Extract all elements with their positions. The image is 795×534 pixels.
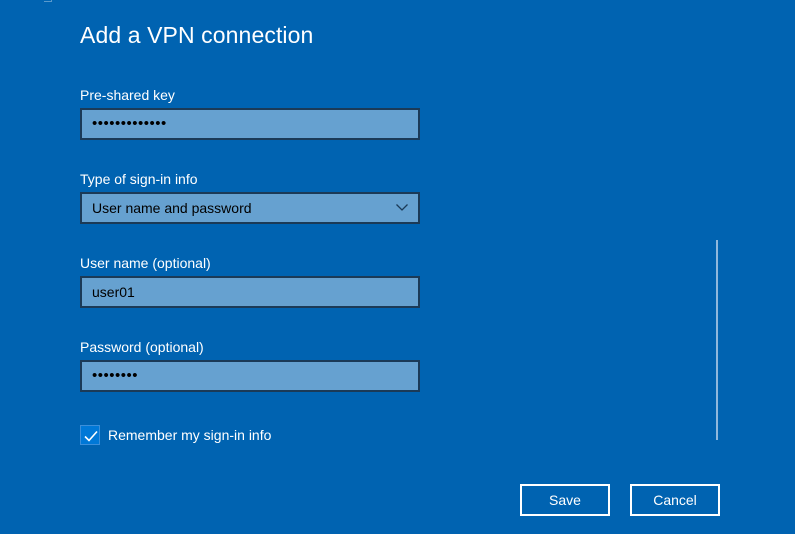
signin-type-selected-value: User name and password [92, 200, 252, 216]
signin-type-dropdown[interactable]: User name and password [80, 192, 420, 224]
preshared-key-input[interactable]: ••••••••••••• [80, 108, 420, 140]
cancel-button[interactable]: Cancel [630, 484, 720, 516]
save-button[interactable]: Save [520, 484, 610, 516]
page-title: Add a VPN connection [80, 22, 314, 48]
username-label: User name (optional) [80, 255, 211, 271]
scrollbar[interactable] [716, 240, 718, 440]
preshared-key-label: Pre-shared key [80, 87, 175, 103]
chevron-down-icon [396, 204, 408, 211]
password-label: Password (optional) [80, 339, 204, 355]
password-input[interactable]: •••••••• [80, 360, 420, 392]
username-input[interactable]: user01 [80, 276, 420, 308]
remember-signin-checkbox[interactable] [80, 425, 100, 445]
window-corner-decoration [44, 0, 52, 2]
signin-type-label: Type of sign-in info [80, 171, 198, 187]
checkmark-icon [84, 430, 98, 442]
remember-signin-label: Remember my sign-in info [108, 427, 272, 443]
